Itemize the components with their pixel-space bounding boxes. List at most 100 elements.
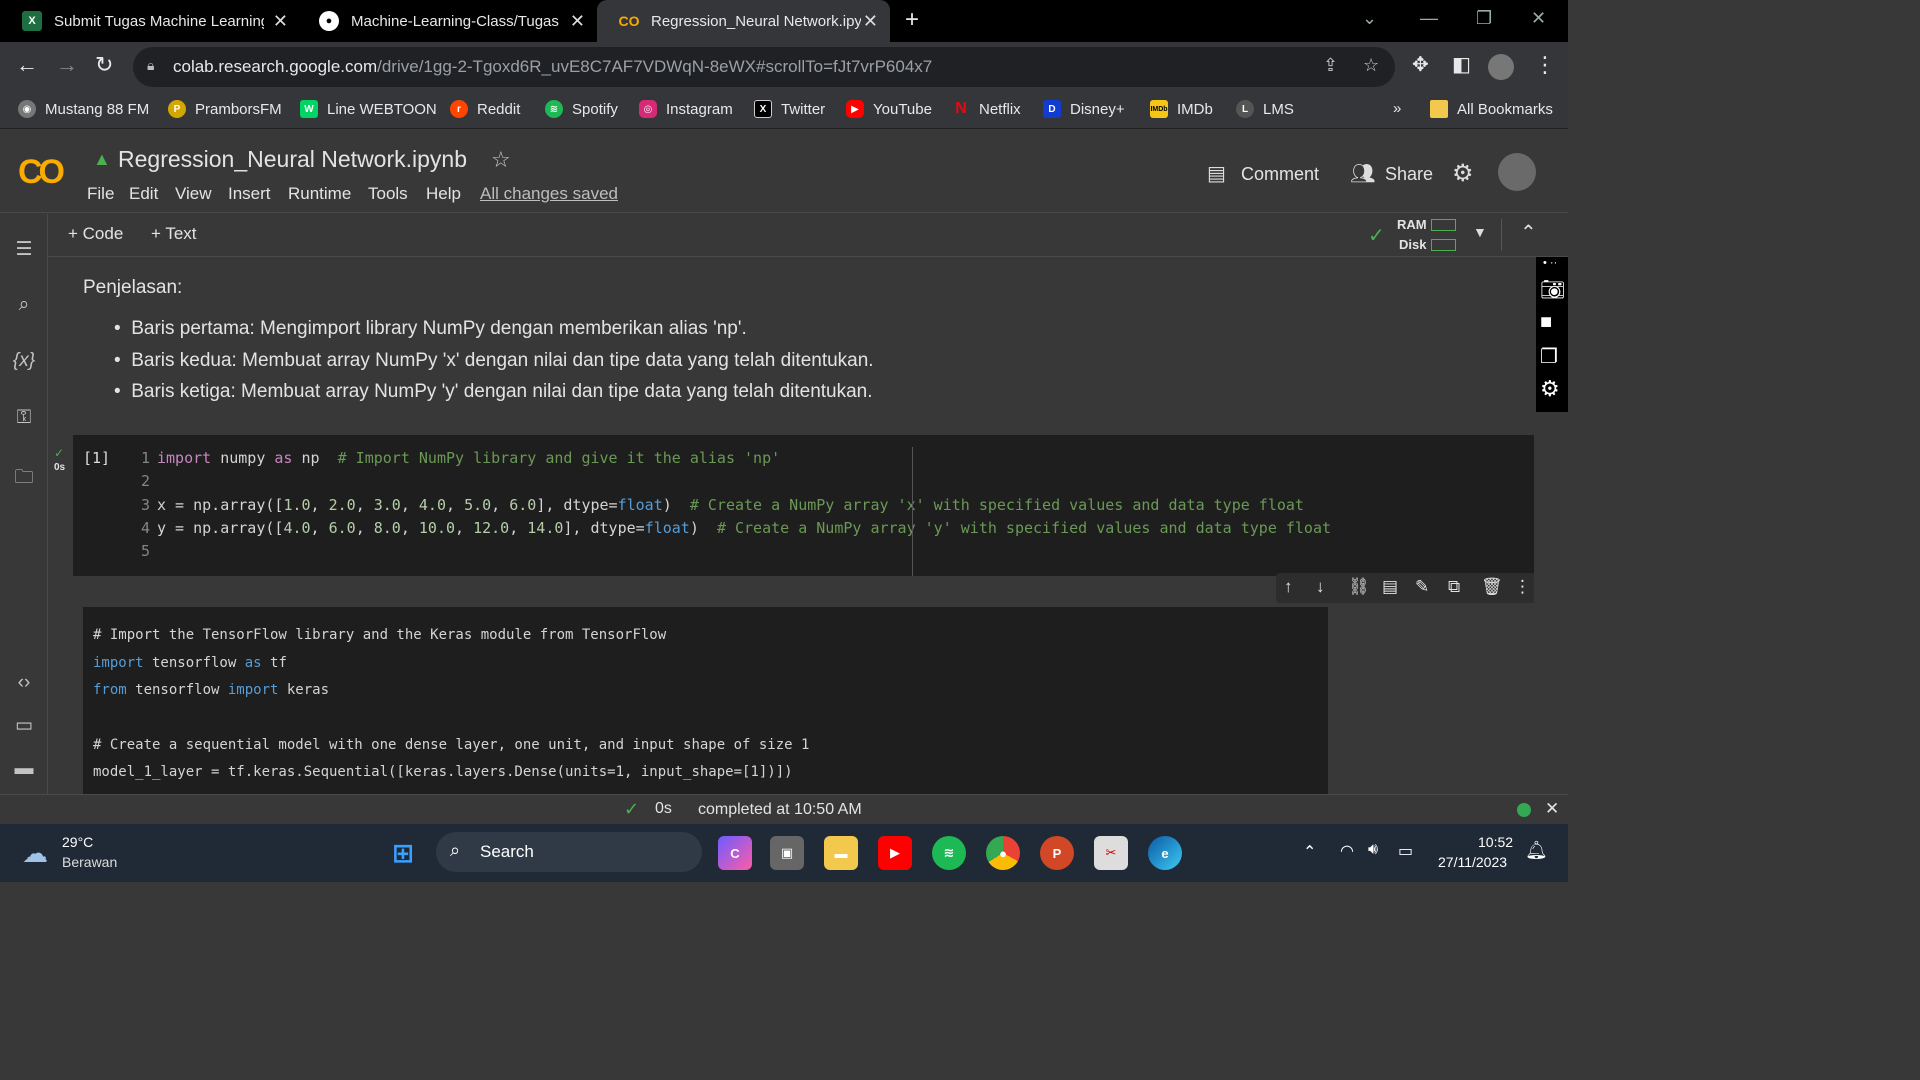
tab-github[interactable]: ● Machine-Learning-Class/Tugas ✕	[297, 0, 597, 42]
secrets-key-icon[interactable]: ⚿	[0, 407, 48, 429]
more-dots-icon[interactable]: • ··	[1543, 257, 1557, 269]
move-up-icon[interactable]: ↑	[1284, 577, 1293, 597]
files-folder-icon[interactable]: 🗀︎	[0, 463, 48, 495]
notebook-title[interactable]: Regression_Neural Network.ipynb	[118, 146, 467, 173]
terminal-icon[interactable]: ▬	[0, 758, 48, 780]
youtube-app-icon[interactable]: ▶	[878, 836, 912, 870]
powerpoint-icon[interactable]: P	[1040, 836, 1074, 870]
tray-overflow-icon[interactable]: ⌃	[1303, 842, 1316, 862]
close-status-icon[interactable]: ✕	[1545, 799, 1559, 819]
collapse-header-icon[interactable]: ⌃	[1520, 220, 1537, 245]
edge-icon[interactable]: e	[1148, 836, 1182, 870]
settings-icon[interactable]: ⚙	[1540, 376, 1560, 402]
extensions-icon[interactable]: ✥	[1412, 52, 1429, 77]
profile-avatar[interactable]	[1488, 54, 1514, 80]
chrome-icon[interactable]: ●	[986, 836, 1020, 870]
close-tab-icon[interactable]: ✕	[273, 11, 288, 32]
task-view-icon[interactable]: ▣	[770, 836, 804, 870]
variables-icon[interactable]: {x}	[0, 350, 48, 372]
bookmark-mustang[interactable]: ◉ Mustang 88 FM	[18, 100, 149, 118]
new-tab-button[interactable]: +	[905, 6, 919, 34]
code-snippets-icon[interactable]: ‹›	[0, 672, 48, 694]
notification-bell-icon[interactable]: 🔔︎	[1525, 840, 1548, 861]
browser-menu-icon[interactable]: ⋮	[1534, 52, 1556, 78]
clock-time[interactable]: 10:52	[1478, 834, 1513, 850]
resources-dropdown-icon[interactable]: ▼	[1473, 224, 1487, 240]
back-button[interactable]: ←	[16, 52, 38, 78]
file-explorer-icon[interactable]: ▬	[824, 836, 858, 870]
code-cell-tensorflow[interactable]: # Import the TensorFlow library and the …	[83, 607, 1328, 794]
share-page-icon[interactable]: ⇪	[1323, 55, 1338, 76]
menu-tools[interactable]: Tools	[368, 184, 408, 204]
minimize-button[interactable]: —	[1420, 8, 1438, 29]
settings-gear-icon[interactable]: ⚙	[1452, 159, 1474, 188]
bookmark-twitter[interactable]: X Twitter	[754, 100, 825, 118]
bookmark-netflix[interactable]: N Netflix	[952, 100, 1020, 118]
volume-icon[interactable]: 🔊︎	[1368, 841, 1378, 859]
save-status[interactable]: All changes saved	[480, 184, 618, 204]
close-tab-icon[interactable]: ✕	[863, 11, 878, 32]
colab-logo[interactable]: CO	[18, 153, 65, 192]
address-bar[interactable]: 🔒︎ colab.research.google.com/drive/1gg-2…	[133, 47, 1395, 87]
menu-insert[interactable]: Insert	[228, 184, 271, 204]
bookmark-spotify[interactable]: ≋ Spotify	[545, 100, 618, 118]
search-icon[interactable]: ⌕	[0, 294, 48, 316]
close-window-button[interactable]: ✕	[1531, 8, 1546, 29]
bookmark-instagram[interactable]: ◎ Instagram	[639, 100, 733, 118]
camera-icon[interactable]: 📷︎	[1540, 277, 1565, 302]
tab-search-icon[interactable]: ⌄	[1362, 8, 1377, 29]
sidepanel-icon[interactable]: ◧	[1452, 52, 1471, 77]
status-text[interactable]: completed at 10:50 AM	[698, 801, 862, 819]
drive-icon[interactable]: ▲	[93, 149, 111, 170]
code-cell-numpy[interactable]: [1] 1 2 3 4 5 import numpy as np # Impor…	[73, 435, 1534, 576]
windows-start-icon[interactable]: ⊞	[386, 836, 420, 870]
comment-button[interactable]: Comment	[1241, 164, 1319, 185]
video-icon[interactable]: ■	[1540, 311, 1552, 334]
bookmark-star-icon[interactable]: ☆	[1363, 55, 1379, 76]
bookmark-imdb[interactable]: IMDb IMDb	[1150, 100, 1213, 118]
menu-edit[interactable]: Edit	[129, 184, 158, 204]
menu-help[interactable]: Help	[426, 184, 461, 204]
comment-cell-icon[interactable]: ▤	[1382, 577, 1398, 597]
weather-temp[interactable]: 29°C	[62, 834, 93, 850]
more-options-icon[interactable]: ⋮	[1514, 577, 1531, 597]
table-of-contents-icon[interactable]: ☰	[0, 238, 48, 261]
account-avatar[interactable]	[1498, 153, 1536, 191]
snipping-tool-icon[interactable]: ✂	[1094, 836, 1128, 870]
close-tab-icon[interactable]: ✕	[570, 11, 585, 32]
link-icon[interactable]: ⛓︎	[1348, 577, 1370, 597]
star-icon[interactable]: ☆	[491, 147, 511, 173]
edit-pencil-icon[interactable]: ✎	[1415, 577, 1429, 597]
spotify-app-icon[interactable]: ≋	[932, 836, 966, 870]
bookmark-prambors[interactable]: P PramborsFM	[168, 100, 282, 118]
add-text-button[interactable]: + Text	[151, 224, 197, 244]
bookmarks-overflow-icon[interactable]: »	[1393, 100, 1401, 117]
add-code-button[interactable]: + Code	[68, 224, 123, 244]
bookmark-disney[interactable]: D Disney+	[1043, 100, 1125, 118]
share-button[interactable]: Share	[1385, 164, 1433, 185]
exec-count[interactable]: [1]	[83, 449, 110, 467]
bookmark-youtube[interactable]: ▶ YouTube	[846, 100, 932, 118]
menu-runtime[interactable]: Runtime	[288, 184, 351, 204]
wifi-icon[interactable]: ◠	[1340, 841, 1354, 861]
all-bookmarks[interactable]: All Bookmarks	[1430, 100, 1553, 118]
clock-date[interactable]: 27/11/2023	[1438, 854, 1507, 870]
taskbar-search[interactable]: ⌕ Search	[436, 832, 702, 872]
bookmark-webtoon[interactable]: W Line WEBTOON	[300, 100, 437, 118]
copilot-icon[interactable]: C	[718, 836, 752, 870]
tab-colab-active[interactable]: CO Regression_Neural Network.ipyn ✕	[597, 0, 890, 42]
command-palette-icon[interactable]: ▭	[0, 714, 48, 737]
bookmark-reddit[interactable]: r Reddit	[450, 100, 520, 118]
forward-button[interactable]: →	[56, 52, 78, 78]
bookmark-lms[interactable]: L LMS	[1236, 100, 1294, 118]
restore-button[interactable]: ❐	[1476, 8, 1492, 29]
tab-submit-tugas[interactable]: X Submit Tugas Machine Learning ✕	[0, 0, 300, 42]
mirror-cell-icon[interactable]: ⧉	[1448, 577, 1460, 597]
menu-file[interactable]: File	[87, 184, 114, 204]
window-icon[interactable]: ❐	[1540, 344, 1558, 369]
menu-view[interactable]: View	[175, 184, 212, 204]
delete-icon[interactable]: 🗑︎	[1481, 577, 1503, 597]
battery-icon[interactable]: ▭	[1398, 841, 1413, 861]
move-down-icon[interactable]: ↓	[1316, 577, 1325, 597]
reload-button[interactable]: ↻	[95, 52, 113, 78]
